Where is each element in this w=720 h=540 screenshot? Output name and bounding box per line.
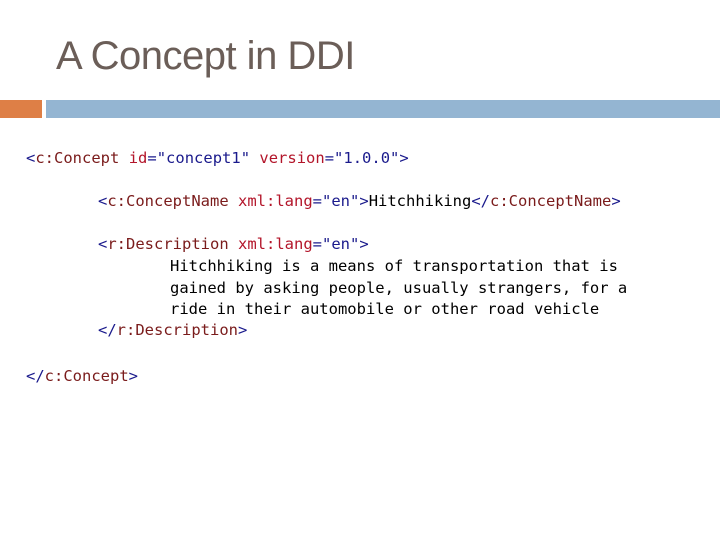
attribute-name: version [259,149,325,167]
bracket: > [359,192,369,210]
element-name: c:Concept [35,149,120,167]
bracket: > [128,367,139,385]
code-line-concept-close: </c:Concept> [26,366,138,388]
code-line-description-close: </r:Description> [98,320,247,342]
bracket: < [98,235,108,253]
slide-title: A Concept in DDI [56,34,355,78]
element-name: c:ConceptName [107,192,229,210]
equals: = [147,149,157,167]
attribute-value: "en" [322,192,360,210]
bracket: < [98,192,108,210]
bracket: > [359,235,369,253]
code-line-description-open: <r:Description xml:lang="en"> [98,234,369,256]
description-text-line: gained by asking people, usually strange… [170,278,628,297]
equals: = [312,235,323,253]
bracket: </ [98,321,117,339]
attribute-name: id [128,149,148,167]
attribute-value: "en" [322,235,360,253]
xml-code-block: <c:Concept id="concept1" version="1.0.0"… [26,148,627,449]
concept-name-text: Hitchhiking [368,192,472,210]
description-text-line: ride in their automobile or other road v… [170,300,600,318]
equals: = [312,192,323,210]
bracket: > [611,192,621,210]
element-name: c:Concept [44,367,129,385]
attribute-name: xml:lang [238,192,313,210]
bracket: </ [471,192,491,210]
code-line-concept-open: <c:Concept id="concept1" version="1.0.0"… [26,148,409,170]
description-text-line: Hitchhiking is a means of transportation… [170,257,618,275]
accent-bar-orange [0,100,42,118]
attribute-name: xml:lang [238,235,313,253]
element-name: r:Description [116,321,238,339]
code-line-concept-name: <c:ConceptName xml:lang="en">Hitchhiking… [98,191,621,213]
bracket: > [238,321,248,339]
bracket: </ [26,367,45,385]
element-name: c:ConceptName [490,192,612,210]
bracket: < [26,149,36,167]
bracket: > [399,149,409,167]
attribute-value: "concept1" [156,149,251,167]
equals: = [324,149,335,167]
attribute-value: "1.0.0" [334,149,400,167]
element-name: r:Description [107,235,229,253]
accent-bar-blue [46,100,720,118]
